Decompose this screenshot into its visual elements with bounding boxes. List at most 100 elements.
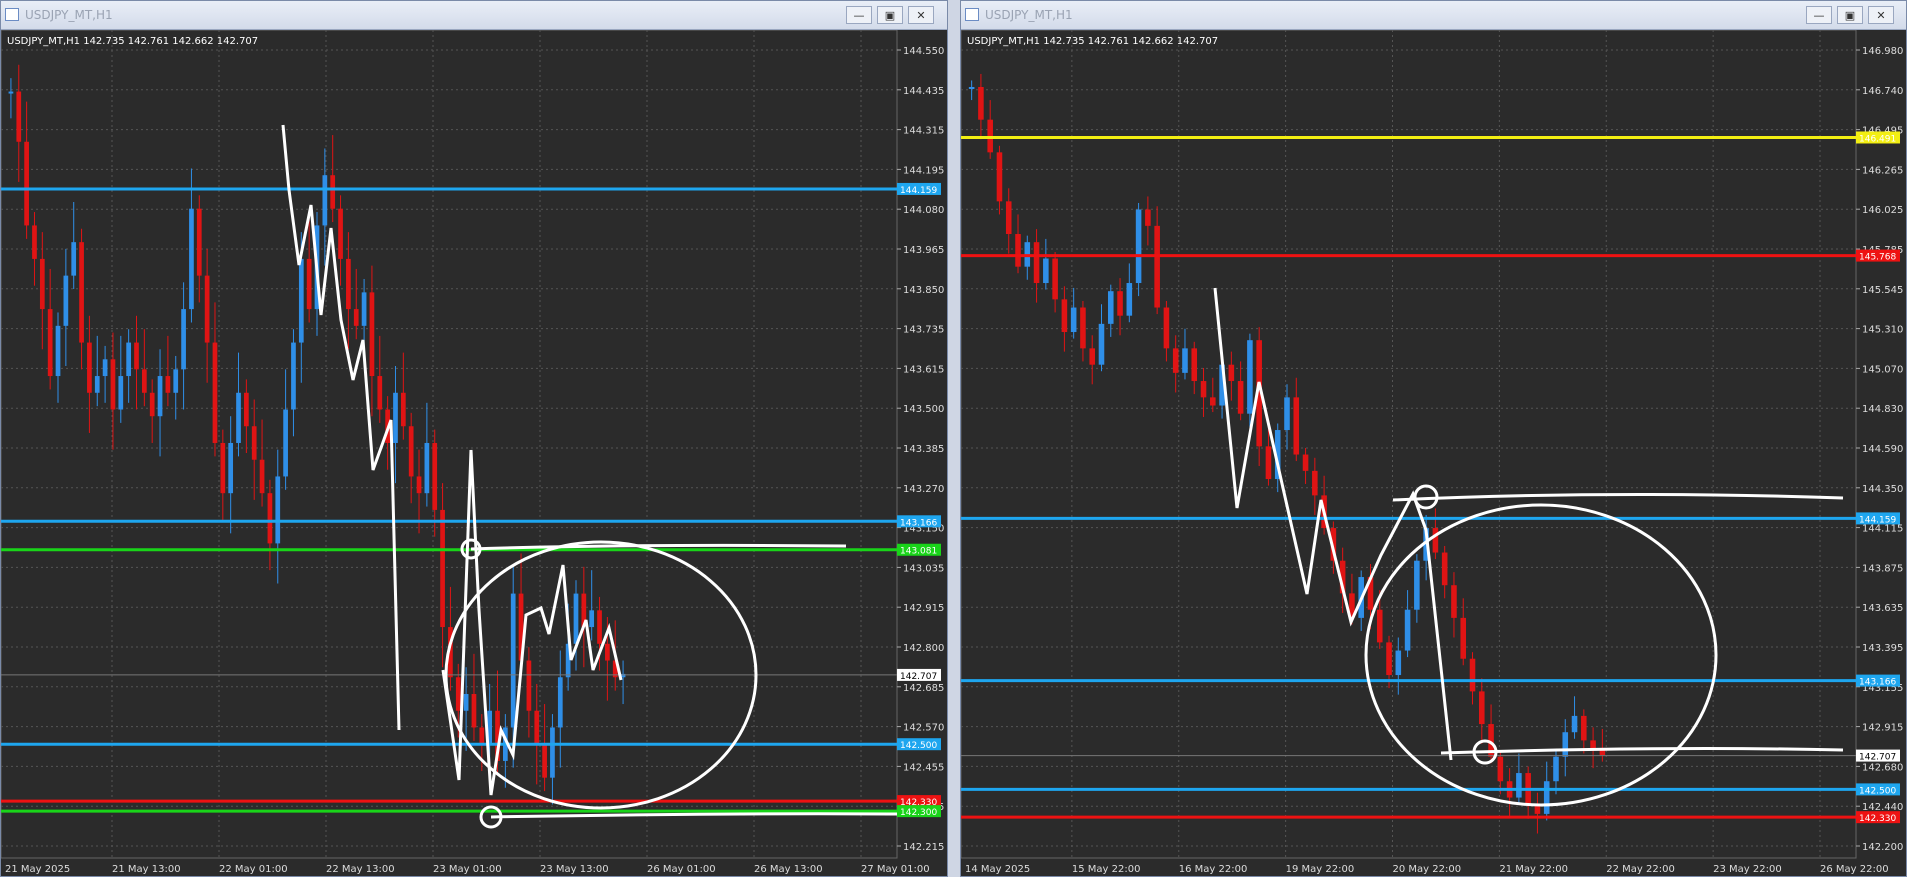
candle-body [141,369,147,393]
price-tick-label: 145.310 [1862,325,1903,336]
time-tick-label: 22 May 13:00 [326,864,395,875]
candle-body [1302,454,1309,471]
candle-body [1098,323,1105,365]
price-tick-label: 144.315 [903,126,944,137]
price-tick-label: 145.545 [1862,285,1903,296]
time-tick-label: 19 May 22:00 [1286,864,1355,875]
right-window-title: USDJPY_MT,H1 [985,8,1073,22]
right-chart-window[interactable]: USDJPY_MT,H1 — ▣ ✕ 146.980 146.740 146.495… [960,0,1907,877]
maximize-button[interactable]: ▣ [877,6,903,24]
candle-body [1080,307,1086,349]
price-level-label: 145.768 [1859,253,1896,263]
candle-body [1200,381,1207,398]
left-title-bar[interactable]: USDJPY_MT,H1 — ▣ ✕ [1,1,947,30]
current-price-label: 142.707 [900,672,937,682]
candle-body [173,369,179,393]
price-tick-label: 146.025 [1862,205,1903,216]
left-price-chart[interactable]: 144.550 144.435 144.315 144.195 144.080 143.9… [1,30,947,876]
candle-body [1163,307,1170,349]
minimize-button[interactable]: — [846,6,872,24]
candle-body [346,258,351,310]
candle-body [1061,299,1068,333]
candle-body [1070,307,1077,333]
minimize-button[interactable]: — [1806,6,1832,24]
candle-body [1172,348,1179,373]
maximize-button[interactable]: ▣ [1837,6,1863,24]
candle-body [1182,348,1188,373]
candle-body [71,242,77,276]
time-tick-label: 21 May 2025 [5,864,70,875]
candle-body [204,275,210,343]
candle-body [330,175,336,209]
price-tick-label: 143.500 [903,404,944,415]
price-level-label: 143.166 [1859,678,1896,688]
candle-body [1145,209,1151,226]
candle-body [1451,585,1457,618]
candle-body [1015,234,1021,267]
candle-body [471,694,477,728]
candle-body [291,342,296,410]
current-price-label: 142.707 [1859,753,1896,763]
candle-body [1414,560,1420,610]
candle-body [1376,609,1383,643]
candle-body [1497,756,1504,782]
candle-body [424,442,430,494]
price-tick-label: 142.800 [903,643,944,654]
time-tick-label: 26 May 13:00 [754,864,823,875]
price-tick-label: 142.455 [903,762,944,773]
left-chart-area[interactable]: 144.550 144.435 144.315 144.195 144.080 143.9… [1,30,947,876]
candle-body [542,744,547,778]
left-chart-window[interactable]: USDJPY_MT,H1 — ▣ ✕ 144.550 144.435 144.315… [0,0,948,877]
time-tick-label: 21 May 13:00 [112,864,181,875]
candle-body [149,392,155,417]
candle-body [1117,291,1123,316]
price-tick-label: 144.350 [1862,484,1903,495]
candle-body [369,292,375,377]
right-title-bar[interactable]: USDJPY_MT,H1 — ▣ ✕ [961,1,1906,30]
candle-body [283,409,288,477]
candle-body [1534,805,1541,814]
candle-body [16,91,22,142]
candle-body [47,309,53,377]
candle-body [24,141,29,226]
price-tick-label: 146.740 [1862,86,1903,97]
candle-body [393,392,398,443]
candle-body [181,309,186,370]
candle-body [996,152,1003,202]
price-tick-label: 143.850 [903,285,944,296]
price-level-label: 143.081 [900,547,937,557]
candle-body [63,275,69,326]
time-tick-label: 26 May 22:00 [1820,864,1889,875]
candle-body [134,342,139,370]
close-button[interactable]: ✕ [1868,6,1894,24]
candle-body [1005,201,1012,235]
price-level-label: 144.159 [900,186,937,196]
candle-body [1265,446,1272,480]
candle-body [118,376,124,410]
candle-body [1052,258,1058,300]
close-button[interactable]: ✕ [908,6,934,24]
candle-body [79,242,84,343]
candle-body [259,459,265,494]
time-tick-label: 16 May 22:00 [1179,864,1248,875]
price-tick-label: 143.735 [903,325,944,336]
candle-body [212,342,218,443]
price-level-label: 142.330 [1859,814,1896,824]
candle-body [1043,258,1049,284]
candle-body [573,593,579,644]
price-tick-label: 144.195 [903,165,944,176]
time-tick-label: 14 May 2025 [965,864,1030,875]
candle-body [1395,650,1402,676]
time-tick-label: 21 May 22:00 [1499,864,1568,875]
price-level-label: 142.300 [900,808,937,818]
price-tick-label: 143.875 [1862,563,1903,574]
candle-body [1590,740,1596,749]
candle-body [455,677,461,711]
time-tick-label: 20 May 22:00 [1393,864,1462,875]
candle-body [353,309,359,326]
right-price-chart[interactable]: 146.980146.740146.495146.265146.025145.7… [961,30,1906,876]
price-tick-label: 143.635 [1862,603,1903,614]
right-chart-area[interactable]: 146.980146.740146.495146.265146.025145.7… [961,30,1906,876]
left-window-title: USDJPY_MT,H1 [25,8,113,22]
price-tick-label: 142.915 [903,603,944,614]
